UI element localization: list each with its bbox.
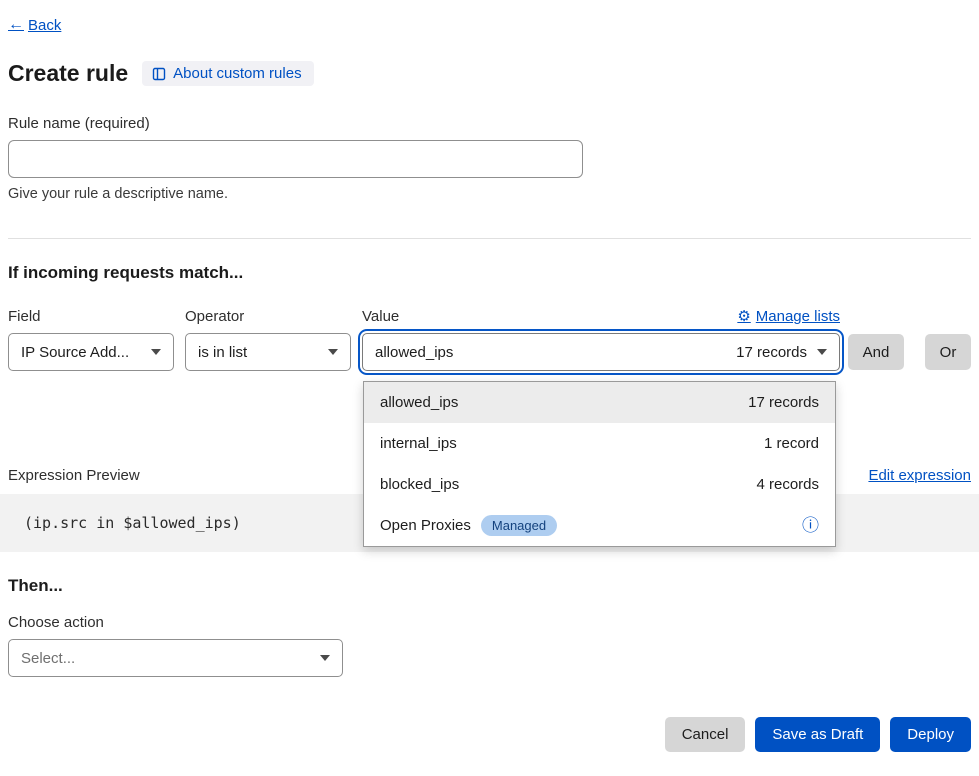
value-dropdown-menu: allowed_ips 17 records internal_ips 1 re…: [363, 381, 836, 547]
field-select[interactable]: IP Source Add...: [8, 333, 174, 371]
value-select-wrap: allowed_ips 17 records allowed_ips 17 re…: [362, 333, 840, 371]
value-label: Value: [362, 308, 399, 325]
action-select-placeholder: Select...: [21, 650, 310, 667]
match-controls-row: IP Source Add... is in list allowed_ips …: [8, 333, 971, 371]
match-labels-row: Field Operator Value ⚙ Manage lists: [8, 307, 971, 325]
book-icon: [152, 67, 166, 81]
list-item-open-proxies[interactable]: Open Proxies Managed ⓘ: [364, 505, 835, 546]
expression-code-text: (ip.src in $allowed_ips): [24, 514, 241, 532]
list-item-internal-ips[interactable]: internal_ips 1 record: [364, 423, 835, 464]
rule-name-label: Rule name (required): [8, 115, 971, 132]
list-item-allowed-ips[interactable]: allowed_ips 17 records: [364, 382, 835, 423]
action-select[interactable]: Select...: [8, 639, 343, 677]
rule-name-helper: Give your rule a descriptive name.: [8, 186, 971, 202]
choose-action-label: Choose action: [8, 614, 971, 631]
back-label: Back: [28, 17, 61, 34]
list-item-name: internal_ips: [380, 435, 457, 452]
chevron-down-icon: [320, 655, 330, 661]
list-item-detail: 1 record: [764, 435, 819, 452]
footer-actions: Cancel Save as Draft Deploy: [8, 717, 971, 752]
cancel-button[interactable]: Cancel: [665, 717, 746, 752]
manage-lists-link[interactable]: ⚙ Manage lists: [737, 307, 840, 325]
back-link[interactable]: ← Back: [8, 16, 61, 34]
chevron-down-icon: [151, 349, 161, 355]
save-as-draft-button[interactable]: Save as Draft: [755, 717, 880, 752]
back-arrow-icon: ←: [8, 16, 24, 34]
managed-badge: Managed: [481, 515, 557, 536]
chevron-down-icon: [328, 349, 338, 355]
about-custom-rules-link[interactable]: About custom rules: [142, 61, 313, 86]
chevron-down-icon: [817, 349, 827, 355]
value-select[interactable]: allowed_ips 17 records: [362, 333, 840, 371]
page-title: Create rule: [8, 60, 128, 87]
deploy-button[interactable]: Deploy: [890, 717, 971, 752]
section-divider: [8, 238, 971, 239]
match-section-title: If incoming requests match...: [8, 263, 971, 283]
operator-label: Operator: [185, 308, 351, 325]
manage-lists-label: Manage lists: [756, 308, 840, 325]
gear-icon: ⚙: [737, 307, 750, 325]
list-item-name: Open Proxies: [380, 517, 471, 534]
list-item-name: blocked_ips: [380, 476, 459, 493]
about-custom-rules-label: About custom rules: [173, 65, 301, 82]
list-item-detail: 17 records: [748, 394, 819, 411]
field-select-value: IP Source Add...: [21, 344, 141, 361]
create-rule-page: ← Back Create rule About custom rules Ru…: [0, 0, 979, 776]
edit-expression-link[interactable]: Edit expression: [868, 467, 971, 484]
and-button[interactable]: And: [848, 334, 904, 370]
operator-select[interactable]: is in list: [185, 333, 351, 371]
title-row: Create rule About custom rules: [8, 60, 971, 87]
back-row: ← Back: [8, 16, 971, 34]
list-item-blocked-ips[interactable]: blocked_ips 4 records: [364, 464, 835, 505]
value-select-records: 17 records: [736, 344, 807, 361]
value-select-value: allowed_ips: [375, 344, 724, 361]
list-item-detail: 4 records: [756, 476, 819, 493]
rule-name-input[interactable]: [8, 140, 583, 178]
list-item-name: allowed_ips: [380, 394, 458, 411]
field-label: Field: [8, 308, 174, 325]
then-section-title: Then...: [8, 576, 971, 596]
expression-preview-label: Expression Preview: [8, 467, 140, 484]
info-icon[interactable]: ⓘ: [802, 517, 819, 534]
or-button[interactable]: Or: [925, 334, 971, 370]
operator-select-value: is in list: [198, 344, 318, 361]
